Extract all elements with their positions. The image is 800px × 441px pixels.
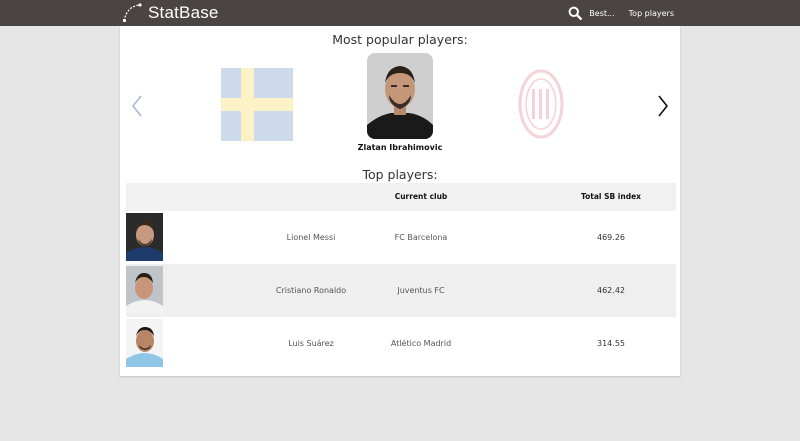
table-row[interactable]: Luis Suárez Atlético Madrid 314.55 bbox=[126, 317, 676, 370]
player-portrait-icon bbox=[367, 53, 433, 139]
most-popular-title: Most popular players: bbox=[332, 32, 468, 47]
featured-player-photo[interactable] bbox=[367, 53, 433, 139]
player-club[interactable]: FC Barcelona bbox=[346, 211, 496, 264]
main-panel: Most popular players: Zlatan Ibrahimovic… bbox=[120, 26, 680, 376]
table-row[interactable]: Lionel Messi FC Barcelona 469.26 bbox=[126, 211, 676, 264]
brand[interactable]: StatBase bbox=[121, 2, 219, 24]
player-portrait-icon bbox=[126, 266, 163, 314]
player-index: 462.42 bbox=[597, 286, 625, 295]
column-header-club[interactable]: Current club bbox=[346, 183, 496, 211]
ac-milan-logo[interactable] bbox=[518, 69, 564, 139]
player-index: 314.55 bbox=[597, 339, 625, 348]
sweden-flag[interactable] bbox=[221, 68, 293, 141]
table-row[interactable]: Cristiano Ronaldo Juventus FC 462.42 bbox=[126, 264, 676, 317]
top-players-title: Top players: bbox=[362, 167, 438, 182]
carousel-next-arrow-icon[interactable] bbox=[656, 94, 670, 118]
nav-right: Best... Top players bbox=[568, 0, 674, 26]
player-club[interactable]: Juventus FC bbox=[346, 264, 496, 317]
player-photo[interactable] bbox=[126, 319, 163, 367]
logo-icon bbox=[122, 3, 142, 23]
table-header: Current club Total SB index bbox=[126, 183, 676, 211]
brand-name: StatBase bbox=[148, 3, 219, 22]
player-index: 469.26 bbox=[597, 233, 625, 242]
carousel-prev-arrow-icon[interactable] bbox=[130, 94, 144, 118]
top-navbar: StatBase Best... Top players bbox=[0, 0, 800, 26]
nav-top-players-link[interactable]: Top players bbox=[629, 9, 674, 18]
column-header-index[interactable]: Total SB index bbox=[536, 183, 686, 211]
player-photo[interactable] bbox=[126, 213, 163, 261]
player-portrait-icon bbox=[126, 213, 163, 261]
player-photo[interactable] bbox=[126, 266, 163, 314]
player-portrait-icon bbox=[126, 319, 163, 367]
search-icon[interactable] bbox=[568, 6, 583, 20]
featured-player-name[interactable]: Zlatan Ibrahimovic bbox=[320, 143, 480, 152]
top-players-table: Current club Total SB index Lionel Messi… bbox=[126, 183, 676, 370]
player-club[interactable]: Atlético Madrid bbox=[346, 317, 496, 370]
nav-best-link[interactable]: Best... bbox=[589, 9, 614, 18]
